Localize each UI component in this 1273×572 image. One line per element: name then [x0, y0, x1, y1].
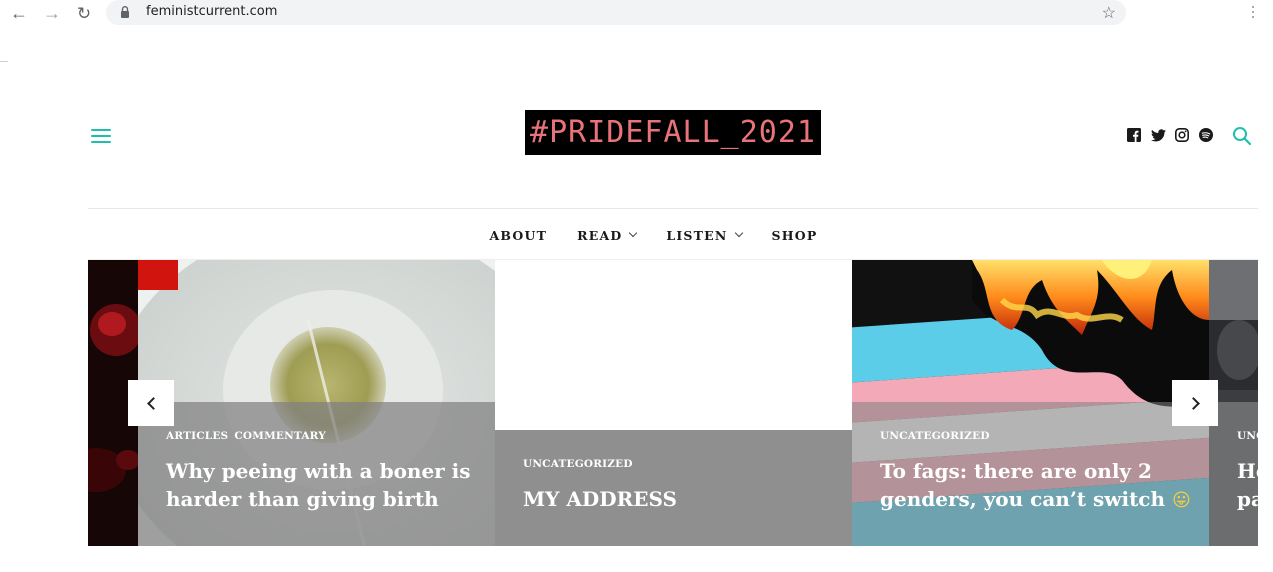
slide-categories: UNC: [1237, 430, 1258, 442]
chevron-down-icon: [734, 228, 743, 238]
slide-title-line: Why peeing with a boner is: [166, 459, 471, 483]
site-logo[interactable]: #PRIDEFALL_2021: [525, 110, 821, 155]
lock-icon: [121, 6, 129, 18]
slide-title[interactable]: He pa: [1237, 457, 1258, 513]
slide-1[interactable]: ARTICLES COMMENTARY Why peeing with a bon…: [138, 260, 495, 546]
category-link[interactable]: UNCATEGORIZED: [880, 430, 990, 442]
menu-item-label: READ: [577, 227, 623, 243]
forward-icon[interactable]: →: [41, 2, 63, 24]
menu-item-shop[interactable]: SHOP: [772, 226, 818, 244]
slide-categories[interactable]: UNCATEGORIZED: [523, 458, 633, 470]
browser-toolbar: ← → ↻ feministcurrent.com ☆: [0, 0, 1273, 26]
slide-title[interactable]: Why peeing with a boner is harder than g…: [166, 457, 476, 513]
menu-item-label: SHOP: [771, 227, 818, 243]
slide-3[interactable]: UNCATEGORIZED To fags: there are only 2 …: [852, 260, 1209, 546]
slide-title-line: pa: [1237, 487, 1258, 511]
chevron-left-icon: [146, 396, 160, 410]
featured-slider: ARTICLES COMMENTARY Why peeing with a bon…: [88, 260, 1258, 546]
tongue-emoji-icon: 😛: [1172, 490, 1191, 511]
category-link[interactable]: UNC: [1237, 430, 1258, 442]
bookmark-star-icon[interactable]: ☆: [1102, 3, 1116, 23]
chevron-right-icon: [1186, 396, 1200, 410]
header-divider: [88, 208, 1258, 209]
reload-icon[interactable]: ↻: [73, 2, 95, 24]
facebook-icon[interactable]: [1126, 127, 1142, 143]
menu-item-label: ABOUT: [489, 227, 548, 243]
url-text[interactable]: feministcurrent.com: [146, 4, 277, 19]
slide-2[interactable]: UNCATEGORIZED MY ADDRESS: [495, 260, 852, 546]
instagram-icon[interactable]: [1174, 127, 1190, 143]
category-link[interactable]: COMMENTARY: [234, 430, 326, 442]
slide-title-line: harder than giving birth: [166, 487, 439, 511]
browser-menu-icon[interactable]: [1252, 6, 1255, 18]
search-icon[interactable]: [1232, 126, 1252, 146]
menu-item-about[interactable]: ABOUT: [490, 226, 548, 244]
main-navigation: ABOUT READ LISTEN SHOP: [0, 226, 1273, 244]
divider: [0, 61, 8, 62]
menu-item-label: LISTEN: [666, 227, 728, 243]
slide-title-line: genders, you can’t switch: [880, 487, 1166, 511]
slide-title-line: He: [1237, 459, 1258, 483]
logo-text: #PRIDEFALL_2021: [530, 115, 816, 150]
slide-categories[interactable]: ARTICLES COMMENTARY: [166, 430, 326, 442]
twitter-icon[interactable]: [1150, 127, 1166, 143]
slider-next-button[interactable]: [1172, 380, 1218, 426]
slide-title[interactable]: To fags: there are only 2 genders, you c…: [880, 457, 1200, 515]
back-icon[interactable]: ←: [8, 2, 30, 24]
slide-title-line: To fags: there are only 2: [880, 459, 1152, 483]
slide-categories[interactable]: UNCATEGORIZED: [880, 430, 990, 442]
category-link[interactable]: UNCATEGORIZED: [523, 458, 633, 470]
slide-title[interactable]: MY ADDRESS: [523, 485, 833, 513]
menu-item-listen[interactable]: LISTEN: [666, 226, 743, 244]
slider-prev-button[interactable]: [128, 380, 174, 426]
category-link[interactable]: ARTICLES: [166, 430, 228, 442]
address-bar[interactable]: feministcurrent.com ☆: [106, 0, 1126, 25]
chevron-down-icon: [629, 228, 638, 238]
slide-title-line: MY ADDRESS: [523, 487, 677, 511]
hamburger-menu-icon[interactable]: [91, 129, 111, 143]
spotify-icon[interactable]: [1198, 127, 1214, 143]
menu-item-read[interactable]: READ: [577, 226, 638, 244]
